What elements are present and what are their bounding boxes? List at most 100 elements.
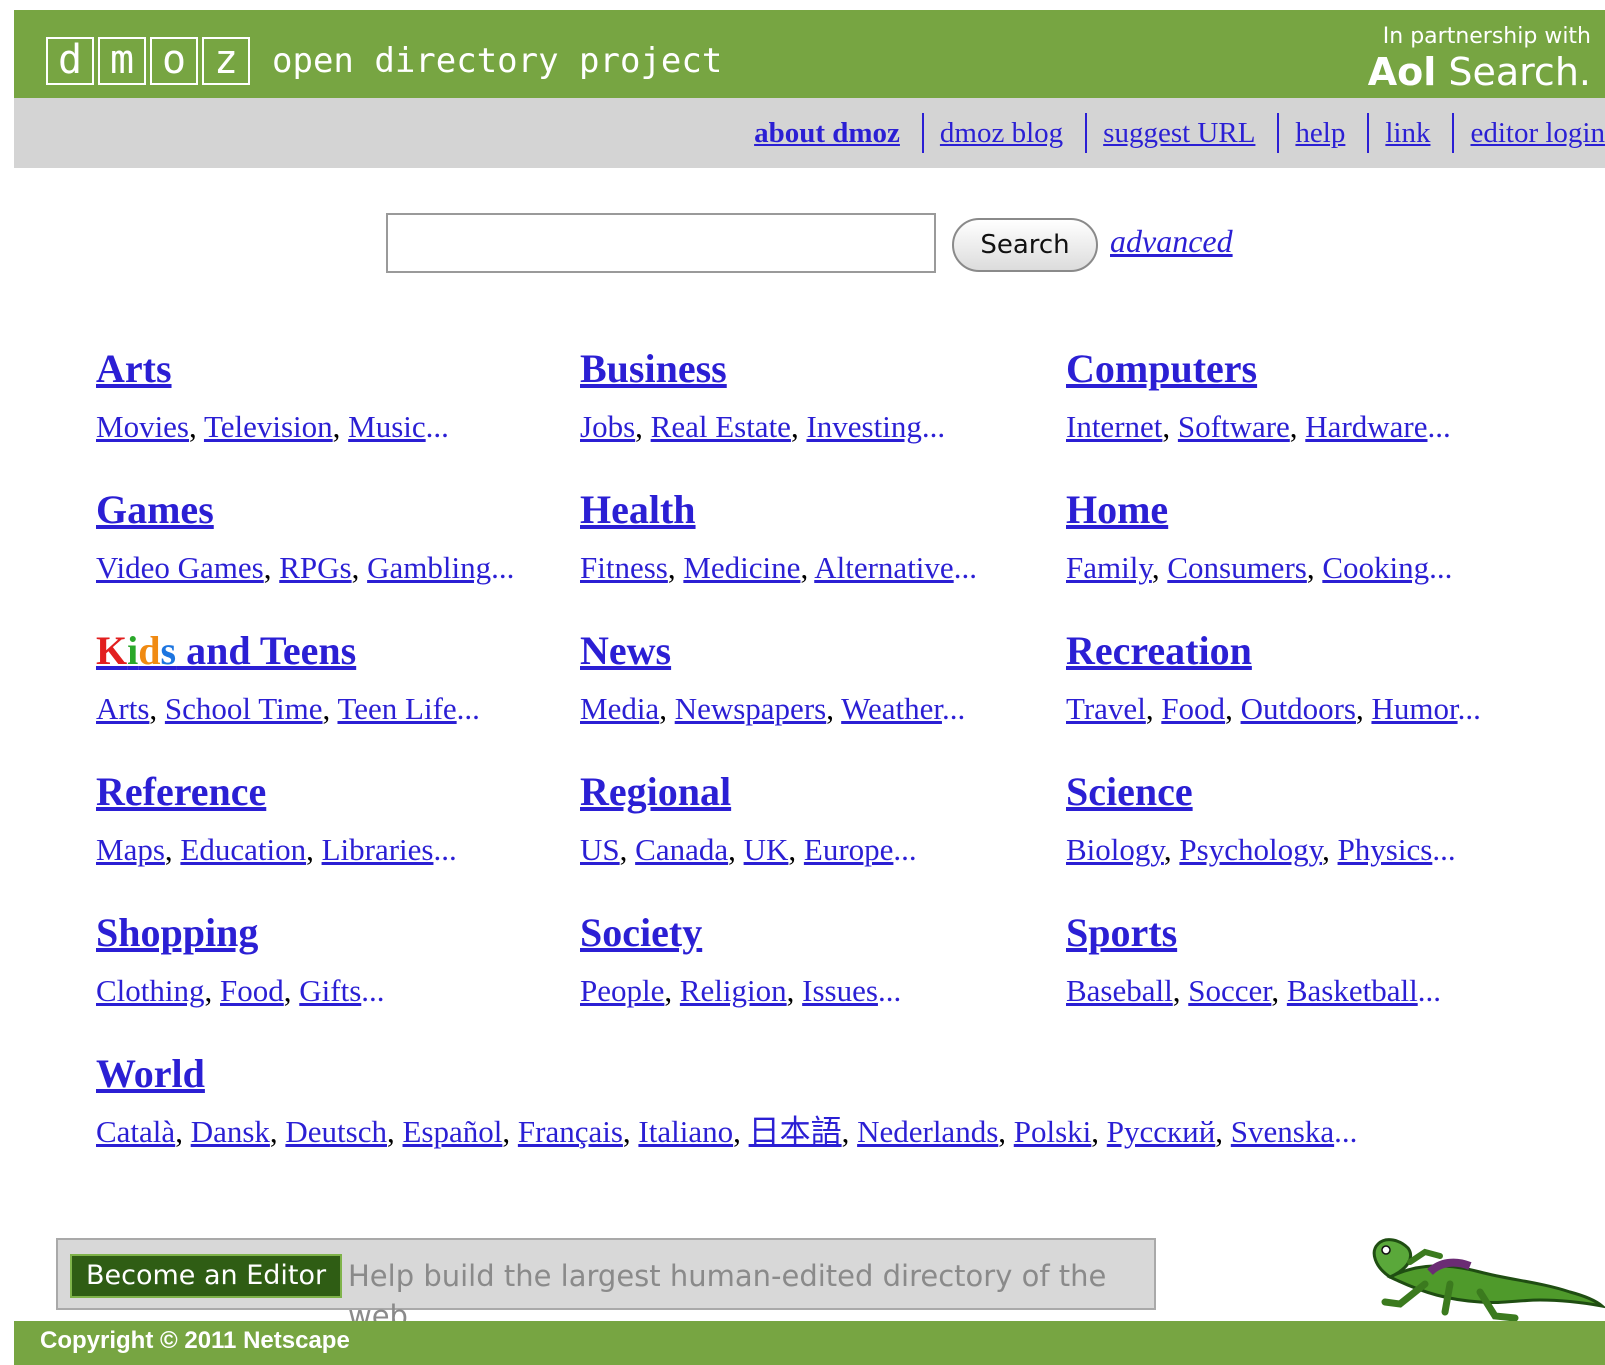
subcategory-separator: , xyxy=(786,973,803,1008)
category-title-health[interactable]: Health xyxy=(580,486,696,534)
subcategory-link[interactable]: Baseball xyxy=(1066,973,1173,1008)
subcategory-link[interactable]: Alternative xyxy=(814,550,953,585)
subcategory-link[interactable]: Hardware xyxy=(1305,409,1427,444)
nav-link-about-dmoz[interactable]: about dmoz xyxy=(754,117,900,150)
subcategory-link[interactable]: Français xyxy=(518,1114,623,1149)
subcategory-link[interactable]: Outdoors xyxy=(1241,691,1356,726)
category-title-regional[interactable]: Regional xyxy=(580,768,731,816)
subcategory-link[interactable]: Dansk xyxy=(191,1114,270,1149)
category-title-shopping[interactable]: Shopping xyxy=(96,909,258,957)
subcategory-separator: , xyxy=(788,832,804,867)
subcategory-link[interactable]: Polski xyxy=(1014,1114,1092,1149)
category-title-home[interactable]: Home xyxy=(1066,486,1168,534)
nav-link-help[interactable]: help xyxy=(1295,117,1345,150)
category-title-arts[interactable]: Arts xyxy=(96,345,172,393)
subcategory-link[interactable]: Media xyxy=(580,691,659,726)
subcategory-link[interactable]: 日本語 xyxy=(749,1114,842,1149)
subcategory-link[interactable]: Biology xyxy=(1066,832,1164,867)
subcategory-link[interactable]: Investing xyxy=(806,409,921,444)
subcategory-link[interactable]: Music xyxy=(348,409,426,444)
dmoz-logo[interactable]: d m o z open directory project xyxy=(46,36,722,86)
advanced-search-link[interactable]: advanced xyxy=(1110,223,1233,260)
become-editor-button[interactable]: Become an Editor xyxy=(70,1254,343,1298)
subcategory-link[interactable]: Food xyxy=(220,973,284,1008)
category-business: Business Jobs, Real Estate, Investing... xyxy=(580,345,1050,447)
subcategory-link[interactable]: Basketball xyxy=(1287,973,1418,1008)
kids-title-rest: and Teens xyxy=(176,628,357,673)
subcategory-link[interactable]: RPGs xyxy=(279,550,351,585)
subcategory-link[interactable]: Deutsch xyxy=(285,1114,387,1149)
subcategory-separator: , xyxy=(998,1114,1014,1149)
become-editor-banner[interactable]: Become an Editor Help build the largest … xyxy=(56,1238,1156,1333)
category-title-computers[interactable]: Computers xyxy=(1066,345,1257,393)
nav-link-dmoz-blog[interactable]: dmoz blog xyxy=(940,117,1063,150)
category-title-news[interactable]: News xyxy=(580,627,671,675)
logo-letter-z: z xyxy=(202,37,250,85)
search-input[interactable] xyxy=(386,213,936,273)
nav-link-suggest-url[interactable]: suggest URL xyxy=(1103,117,1255,150)
category-title-games[interactable]: Games xyxy=(96,486,214,534)
subcategory-link[interactable]: Internet xyxy=(1066,409,1162,444)
subcategory-link[interactable]: Religion xyxy=(680,973,787,1008)
subcategory-link[interactable]: Русский xyxy=(1107,1114,1216,1149)
category-title-society[interactable]: Society xyxy=(580,909,702,957)
category-title-business[interactable]: Business xyxy=(580,345,727,393)
subcategory-link[interactable]: US xyxy=(580,832,620,867)
subcategory-link[interactable]: Nederlands xyxy=(857,1114,998,1149)
subcategory-link[interactable]: Television xyxy=(204,409,333,444)
subcategory-link[interactable]: Movies xyxy=(96,409,189,444)
subcategory-link[interactable]: Arts xyxy=(96,691,149,726)
subcategory-link[interactable]: Gifts xyxy=(299,973,361,1008)
category-title-recreation[interactable]: Recreation xyxy=(1066,627,1252,675)
category-title-kids-and-teens[interactable]: Kids and Teens xyxy=(96,627,356,675)
nav-divider xyxy=(1277,113,1280,153)
subcategory-link[interactable]: UK xyxy=(744,832,789,867)
subcategory-link[interactable]: Fitness xyxy=(580,550,668,585)
subcategory-link[interactable]: Real Estate xyxy=(651,409,791,444)
category-title-world[interactable]: World xyxy=(96,1050,205,1098)
category-regional: Regional US, Canada, UK, Europe... xyxy=(580,768,1050,870)
subcategory-link[interactable]: Català xyxy=(96,1114,175,1149)
nav-link-link[interactable]: link xyxy=(1385,117,1430,150)
nav-link-editor-login[interactable]: editor login xyxy=(1470,117,1605,150)
subcategory-link[interactable]: Software xyxy=(1178,409,1290,444)
subcategory-link[interactable]: Maps xyxy=(96,832,165,867)
subcategory-link[interactable]: Europe xyxy=(804,832,894,867)
subcategory-link[interactable]: Weather xyxy=(841,691,942,726)
subcategory-link[interactable]: Video Games xyxy=(96,550,264,585)
subcategory-link[interactable]: Gambling xyxy=(367,550,491,585)
subcategory-link[interactable]: Libraries xyxy=(322,832,434,867)
category-title-science[interactable]: Science xyxy=(1066,768,1193,816)
subcategory-separator: , xyxy=(728,832,744,867)
subcategory-link[interactable]: Consumers xyxy=(1167,550,1307,585)
subcategory-link[interactable]: Svenska xyxy=(1231,1114,1334,1149)
subcategory-separator: , xyxy=(502,1114,518,1149)
subcategory-link[interactable]: Humor xyxy=(1371,691,1457,726)
category-title-sports[interactable]: Sports xyxy=(1066,909,1177,957)
subcategory-link[interactable]: Education xyxy=(180,832,306,867)
partner-caption: In partnership with xyxy=(1382,24,1591,49)
subcategory-link[interactable]: Medicine xyxy=(683,550,800,585)
subcategory-list: Internet, Software, Hardware... xyxy=(1066,407,1536,447)
subcategory-link[interactable]: School Time xyxy=(165,691,323,726)
aol-partner-badge[interactable]: In partnership with Aol Search. xyxy=(1368,24,1591,94)
subcategory-link[interactable]: Issues xyxy=(802,973,878,1008)
subcategory-link[interactable]: Canada xyxy=(635,832,728,867)
subcategory-link[interactable]: Food xyxy=(1161,691,1225,726)
subcategory-link[interactable]: Travel xyxy=(1066,691,1146,726)
subcategory-link[interactable]: Physics xyxy=(1338,832,1433,867)
subcategory-link[interactable]: Teen Life xyxy=(337,691,456,726)
subcategory-link[interactable]: Italiano xyxy=(638,1114,733,1149)
search-button[interactable]: Search xyxy=(952,218,1098,272)
subcategory-link[interactable]: Español xyxy=(403,1114,503,1149)
subcategory-link[interactable]: Cooking xyxy=(1322,550,1429,585)
subcategory-link[interactable]: Jobs xyxy=(580,409,635,444)
subcategory-link[interactable]: Psychology xyxy=(1179,832,1322,867)
subcategory-link[interactable]: Family xyxy=(1066,550,1152,585)
subcategory-link[interactable]: People xyxy=(580,973,664,1008)
category-title-reference[interactable]: Reference xyxy=(96,768,266,816)
subcategory-link[interactable]: Newspapers xyxy=(675,691,827,726)
subcategory-link[interactable]: Clothing xyxy=(96,973,205,1008)
subcategory-link[interactable]: Soccer xyxy=(1188,973,1271,1008)
logo-tagline: open directory project xyxy=(272,41,723,81)
